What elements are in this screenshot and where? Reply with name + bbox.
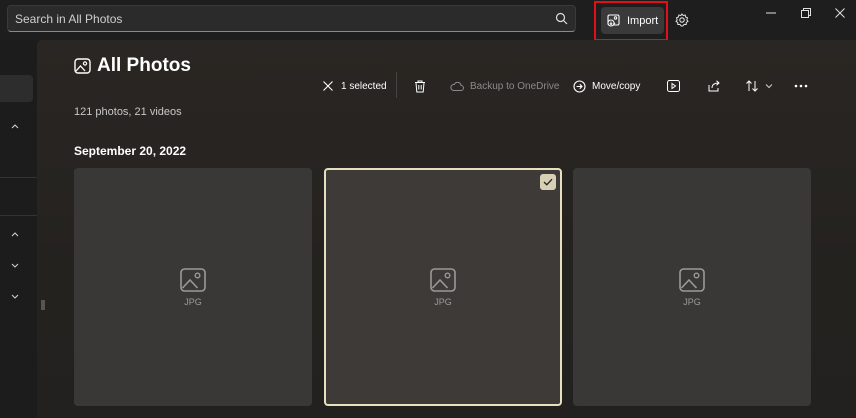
search-icon [555,12,568,25]
search-button[interactable] [547,6,575,31]
toolbar-divider [396,72,397,98]
divider [0,177,37,178]
photo-tile[interactable]: JPG [573,168,811,406]
photos-icon [74,58,91,74]
import-icon [607,14,621,27]
import-label: Import [627,14,659,27]
sort-icon [745,80,759,92]
cloud-icon [450,81,464,92]
restore-icon [801,8,811,18]
selection-checkbox[interactable] [540,174,556,190]
image-placeholder-icon [430,267,456,292]
file-type-label: JPG [434,296,452,307]
pane-splitter-handle[interactable] [41,300,45,310]
nav-item-selected[interactable] [0,75,33,102]
chevron-down-icon [765,83,773,89]
share-button[interactable] [708,76,721,96]
restore-button[interactable] [795,4,817,22]
gear-icon [675,13,689,27]
date-group-header: September 20, 2022 [74,144,187,158]
main-content: All Photos 121 photos, 21 videos 1 selec… [37,40,856,418]
photo-tile[interactable]: JPG [74,168,312,406]
photo-tile-selected[interactable]: JPG [324,168,562,406]
close-button[interactable] [829,4,851,22]
selected-count: 1 selected [341,80,387,92]
file-type-label: JPG [683,296,701,307]
chevron-down-icon[interactable] [10,261,24,273]
page-header: All Photos [74,55,191,77]
close-icon [835,8,845,18]
checkmark-icon [543,178,553,186]
import-button[interactable]: Import [601,7,664,34]
trash-icon [414,80,426,93]
chevron-up-icon[interactable] [10,230,24,242]
chevron-up-icon[interactable] [10,122,24,134]
page-title: All Photos [97,55,191,76]
backup-label: Backup to OneDrive [470,80,560,92]
minimize-button[interactable] [760,4,782,22]
file-type-label: JPG [184,296,202,307]
movecopy-label: Move/copy [592,80,641,92]
close-icon [323,81,333,91]
media-count: 121 photos, 21 videos [74,106,182,118]
sort-button[interactable] [745,76,773,96]
chevron-down-icon[interactable] [10,292,24,304]
search-box[interactable] [7,5,576,32]
search-input[interactable] [8,6,547,31]
arrow-right-circle-icon [573,79,586,93]
share-icon [708,80,721,92]
play-icon [667,80,680,92]
more-icon [794,84,808,88]
slideshow-button[interactable] [667,76,680,96]
divider [0,215,37,216]
backup-onedrive-button[interactable]: Backup to OneDrive [450,76,560,96]
clear-selection-button[interactable]: 1 selected [323,76,387,96]
delete-button[interactable] [414,76,426,96]
title-bar: Import [0,0,856,41]
image-placeholder-icon [180,267,206,292]
more-options-button[interactable] [794,76,808,96]
minimize-icon [766,8,776,18]
settings-button[interactable] [672,10,692,30]
move-copy-button[interactable]: Move/copy [573,76,640,96]
left-nav-rail [0,40,37,418]
image-placeholder-icon [679,267,705,292]
